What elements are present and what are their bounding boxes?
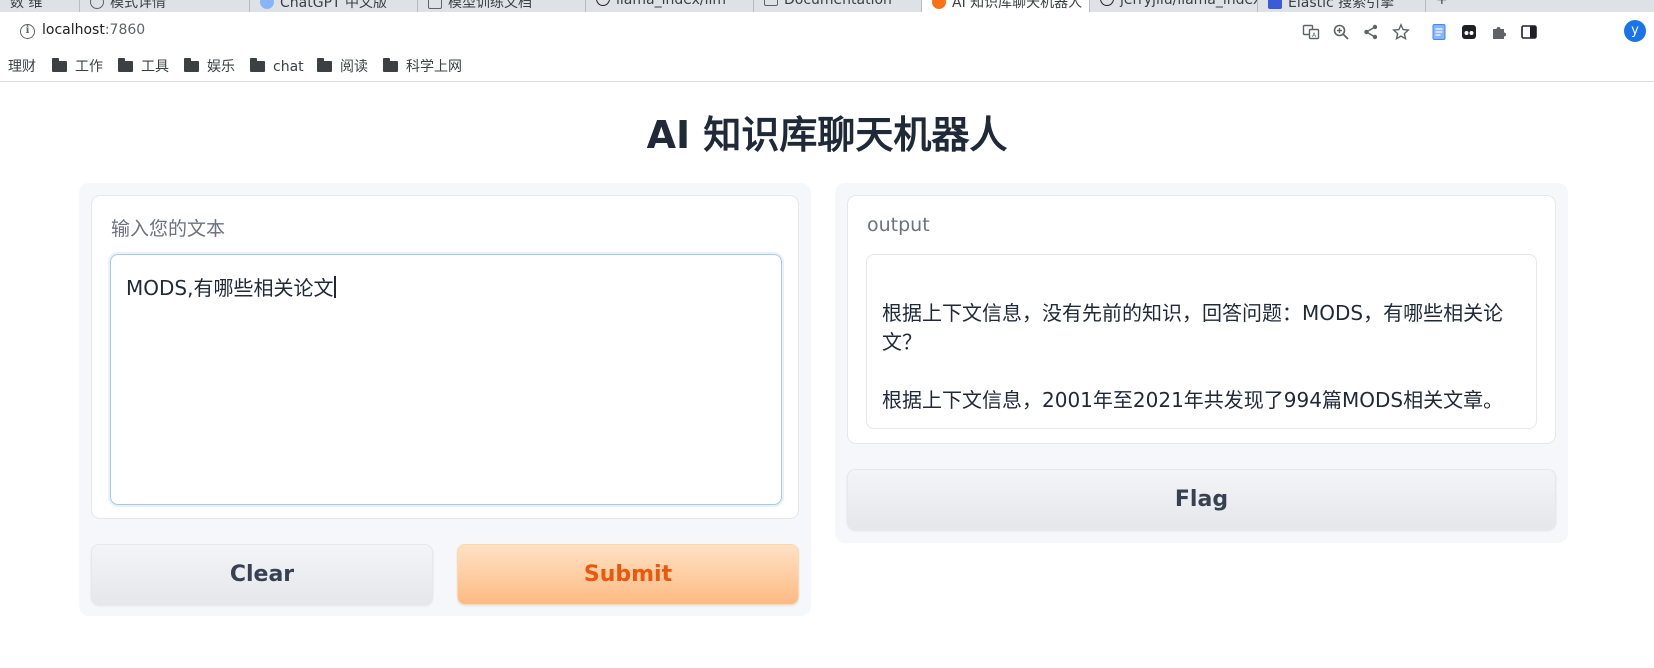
bookmark-folder[interactable]: 娱乐: [184, 56, 235, 78]
new-tab-button[interactable]: +: [1426, 0, 1466, 12]
tab-label: AI 知识库聊天机器人: [952, 0, 1083, 11]
tab-label: ChatGPT 中文版: [280, 0, 388, 11]
browser-tab[interactable]: Documentation: [754, 0, 922, 12]
flag-button[interactable]: Flag: [847, 469, 1556, 530]
tab-label: Elastic 搜索引擎: [1288, 0, 1395, 11]
folder-icon: [250, 58, 265, 72]
github-icon: [90, 0, 104, 9]
browser-tab[interactable]: llama_index/llm: [586, 0, 754, 12]
submit-button[interactable]: Submit: [457, 544, 799, 605]
clear-button[interactable]: Clear: [91, 544, 433, 605]
profile-avatar[interactable]: y: [1624, 20, 1646, 42]
url-port: :7860: [104, 22, 146, 38]
output-paragraph: 根据上下文信息，没有先前的知识，回答问题：MODS，有哪些相关论文？: [882, 301, 1504, 354]
site-info-icon[interactable]: i: [20, 24, 35, 39]
tab-label: 模型训练文档: [448, 0, 532, 11]
input-column: 输入您的文本 MODS,有哪些相关论文 Clear Submit: [79, 183, 811, 616]
bookmark-item[interactable]: 理财: [8, 56, 36, 78]
browser-tab[interactable]: jerryjliu/llama_index: [1090, 0, 1258, 12]
browser-tab[interactable]: 数 维: [0, 0, 80, 12]
bookmarks-bar: 理财 工作 工具 娱乐 chat 阅读 科学上网: [0, 52, 1654, 82]
bookmark-label: 娱乐: [207, 59, 235, 75]
browser-tab-strip: 数 维 模式详情 ChatGPT 中文版 模型训练文档 llama_index/…: [0, 0, 1654, 12]
bookmark-folder[interactable]: chat: [250, 56, 304, 78]
output-block: output 根据上下文信息，没有先前的知识，回答问题：MODS，有哪些相关论文…: [847, 195, 1556, 444]
text-caret: [334, 276, 336, 298]
output-label: output: [867, 214, 930, 236]
browser-tab[interactable]: Elastic 搜索引擎: [1258, 0, 1426, 12]
doc-icon: [428, 0, 442, 9]
input-block: 输入您的文本 MODS,有哪些相关论文: [91, 195, 799, 519]
browser-tab[interactable]: ChatGPT 中文版: [250, 0, 418, 12]
bookmark-folder[interactable]: 工作: [52, 56, 103, 78]
folder-icon: [317, 58, 332, 72]
bookmark-label: 工具: [141, 59, 169, 75]
folder-icon: [184, 58, 199, 72]
folder-icon: [52, 58, 67, 72]
tab-label: llama_index/llm: [616, 0, 727, 8]
github-icon: [596, 0, 610, 6]
extensions-puzzle-icon[interactable]: [1490, 23, 1508, 41]
browser-tab[interactable]: 模式详情: [80, 0, 250, 12]
extension-doc-icon[interactable]: [1430, 23, 1448, 41]
bookmark-label: 工作: [75, 59, 103, 75]
input-label: 输入您的文本: [111, 218, 226, 240]
input-text: MODS,有哪些相关论文: [126, 276, 334, 300]
gradio-icon: [932, 0, 946, 9]
bookmark-star-icon[interactable]: [1392, 23, 1410, 41]
url-host: localhost: [42, 22, 105, 38]
browser-tab-active[interactable]: AI 知识库聊天机器人: [922, 0, 1090, 12]
bookmark-label: chat: [273, 59, 304, 75]
tab-label: jerryjliu/llama_index: [1120, 0, 1258, 8]
output-column: output 根据上下文信息，没有先前的知识，回答问题：MODS，有哪些相关论文…: [835, 183, 1568, 543]
folder-icon: [383, 58, 398, 72]
tab-label: 模式详情: [110, 0, 166, 11]
site-icon: [1268, 0, 1282, 9]
browser-tab[interactable]: 模型训练文档: [418, 0, 586, 12]
page-title: AI 知识库聊天机器人: [646, 113, 1008, 157]
extension-mask-icon[interactable]: [1460, 23, 1478, 41]
bookmark-label: 科学上网: [406, 59, 462, 75]
translate-icon[interactable]: A: [1302, 23, 1320, 41]
folder-icon: [118, 58, 133, 72]
bookmark-folder[interactable]: 阅读: [317, 56, 368, 78]
bookmark-label: 阅读: [340, 59, 368, 75]
bookmark-folder[interactable]: 科学上网: [383, 56, 462, 78]
output-textbox[interactable]: 根据上下文信息，没有先前的知识，回答问题：MODS，有哪些相关论文？ 根据上下文…: [866, 254, 1537, 429]
address-bar: i localhost:7860 A y: [0, 12, 1654, 52]
bookmark-folder[interactable]: 工具: [118, 56, 169, 78]
bookmark-label: 理财: [8, 59, 36, 75]
output-paragraph: 根据上下文信息，2001年至2021年共发现了994篇MODS相关文章。: [882, 388, 1504, 412]
tab-label: Documentation: [784, 0, 892, 8]
doc-icon: [764, 0, 778, 6]
side-panel-icon[interactable]: [1520, 23, 1538, 41]
site-icon: [260, 0, 274, 9]
url-field[interactable]: localhost:7860: [42, 22, 145, 38]
github-icon: [1100, 0, 1114, 6]
zoom-icon[interactable]: [1332, 23, 1350, 41]
plus-icon: +: [1436, 0, 1448, 8]
input-textarea[interactable]: MODS,有哪些相关论文: [110, 254, 782, 505]
tab-label: 数 维: [10, 0, 43, 11]
share-icon[interactable]: [1362, 23, 1380, 41]
